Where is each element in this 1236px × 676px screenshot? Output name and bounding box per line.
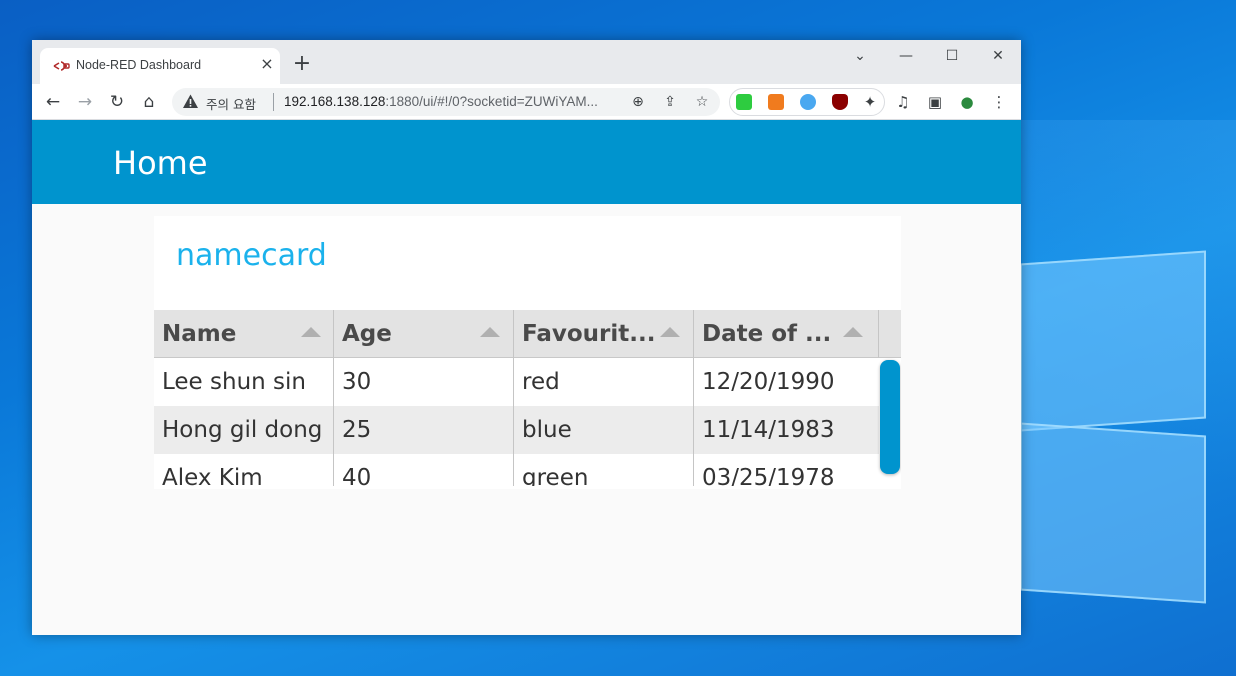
table-scrollbar-thumb[interactable] — [880, 360, 900, 474]
extensions-icon[interactable]: ✦ — [862, 94, 878, 110]
column-header-name[interactable]: Name — [154, 310, 334, 358]
bookmark-star-icon[interactable]: ☆ — [692, 92, 712, 112]
fx-extension-icon[interactable] — [768, 94, 784, 110]
ublock-extension-icon[interactable] — [832, 94, 848, 110]
table-cell: blue — [514, 406, 694, 454]
column-header-label: Age — [342, 321, 392, 347]
profile-icon[interactable]: ● — [954, 89, 980, 115]
sort-arrow-icon[interactable] — [660, 327, 680, 337]
namecard-table: Name Age Favourit... Date of ... Lee shu — [154, 310, 901, 486]
cell-text: 11/14/1983 — [702, 417, 835, 443]
tab-close-icon[interactable]: × — [257, 54, 277, 74]
screen-capture-extension-icon[interactable] — [736, 94, 752, 110]
table-cell: red — [514, 358, 694, 406]
table-cell: Alex Kim — [154, 454, 334, 486]
page-title: Home — [113, 144, 208, 182]
close-window-button[interactable]: ✕ — [983, 44, 1013, 68]
column-header-favourite[interactable]: Favourit... — [514, 310, 694, 358]
sort-arrow-icon[interactable] — [843, 327, 863, 337]
column-header-label: Name — [162, 321, 237, 347]
table-cell: green — [514, 454, 694, 486]
table-header: Name Age Favourit... Date of ... — [154, 310, 901, 358]
cell-text: 30 — [342, 369, 372, 395]
url-text[interactable]: 192.168.138.128:1880/ui/#!/0?socketid=ZU… — [284, 94, 598, 109]
tab-strip: Node-RED Dashboard × + ⌄ — ☐ ✕ — [32, 40, 1021, 84]
side-panel-icon[interactable]: ▣ — [922, 89, 948, 115]
media-icon[interactable]: ♫ — [890, 89, 916, 115]
column-header-age[interactable]: Age — [334, 310, 514, 358]
table-cell: 03/25/1978 — [694, 454, 879, 486]
extensions-group: ✦ — [729, 88, 885, 116]
forward-icon[interactable]: → — [72, 89, 98, 115]
windows-logo — [1020, 245, 1210, 604]
address-bar[interactable]: 주의 요함 192.168.138.128:1880/ui/#!/0?socke… — [172, 88, 720, 116]
share-icon[interactable]: ⇪ — [660, 92, 680, 112]
sort-arrow-icon[interactable] — [301, 327, 321, 337]
sort-arrow-icon[interactable] — [480, 327, 500, 337]
table-cell: 30 — [334, 358, 514, 406]
table-cell: Lee shun sin — [154, 358, 334, 406]
cell-text: 03/25/1978 — [702, 465, 835, 486]
column-header-label: Date of ... — [702, 321, 832, 347]
reload-icon[interactable]: ↻ — [104, 89, 130, 115]
cell-text: Alex Kim — [162, 465, 263, 486]
cell-text: blue — [522, 417, 572, 443]
url-separator — [273, 93, 274, 111]
cell-text: 40 — [342, 465, 372, 486]
cell-text: green — [522, 465, 589, 486]
zoom-icon[interactable]: ⊕ — [628, 92, 648, 112]
browser-toolbar: ← → ↻ ⌂ 주의 요함 192.168.138.128:1880/ui/#!… — [32, 84, 1021, 120]
table-cell: Hong gil dong — [154, 406, 334, 454]
cloud-extension-icon[interactable] — [800, 94, 816, 110]
table-row[interactable]: Hong gil dong 25 blue 11/14/1983 — [154, 406, 879, 454]
menu-icon[interactable]: ⋮ — [986, 89, 1012, 115]
table-row[interactable]: Alex Kim 40 green 03/25/1978 — [154, 454, 879, 486]
table-cell: 40 — [334, 454, 514, 486]
home-icon[interactable]: ⌂ — [136, 89, 162, 115]
table-cell: 12/20/1990 — [694, 358, 879, 406]
namecard-group-card: namecard Name Age Favourit... Date of ..… — [154, 216, 901, 489]
table-row[interactable]: Lee shun sin 30 red 12/20/1990 — [154, 358, 879, 406]
column-header-date-of-birth[interactable]: Date of ... — [694, 310, 879, 358]
tab-title: Node-RED Dashboard — [76, 58, 202, 72]
cell-text: Lee shun sin — [162, 369, 306, 395]
card-title: namecard — [176, 238, 327, 273]
dashboard-header: Home — [32, 120, 1021, 204]
column-header-label: Favourit... — [522, 321, 656, 347]
back-icon[interactable]: ← — [40, 89, 66, 115]
table-cell: 11/14/1983 — [694, 406, 879, 454]
cell-text: red — [522, 369, 560, 395]
browser-window: Node-RED Dashboard × + ⌄ — ☐ ✕ ← → ↻ ⌂ 주… — [32, 40, 1021, 635]
minimize-button[interactable]: — — [891, 44, 921, 68]
tab-search-chevron-icon[interactable]: ⌄ — [845, 44, 875, 68]
cell-text: 12/20/1990 — [702, 369, 835, 395]
cell-text: Hong gil dong — [162, 417, 323, 443]
new-tab-button[interactable]: + — [290, 53, 314, 77]
cell-text: 25 — [342, 417, 372, 443]
table-cell: 25 — [334, 406, 514, 454]
url-path: :1880/ui/#!/0?socketid=ZUWiYAM... — [385, 94, 598, 109]
tab-node-red-dashboard[interactable]: Node-RED Dashboard × — [40, 48, 280, 84]
node-red-favicon-icon — [53, 61, 70, 71]
security-warning-label[interactable]: 주의 요함 — [206, 94, 256, 113]
warning-icon[interactable] — [182, 93, 199, 110]
maximize-button[interactable]: ☐ — [937, 44, 967, 68]
url-host: 192.168.138.128 — [284, 94, 386, 109]
